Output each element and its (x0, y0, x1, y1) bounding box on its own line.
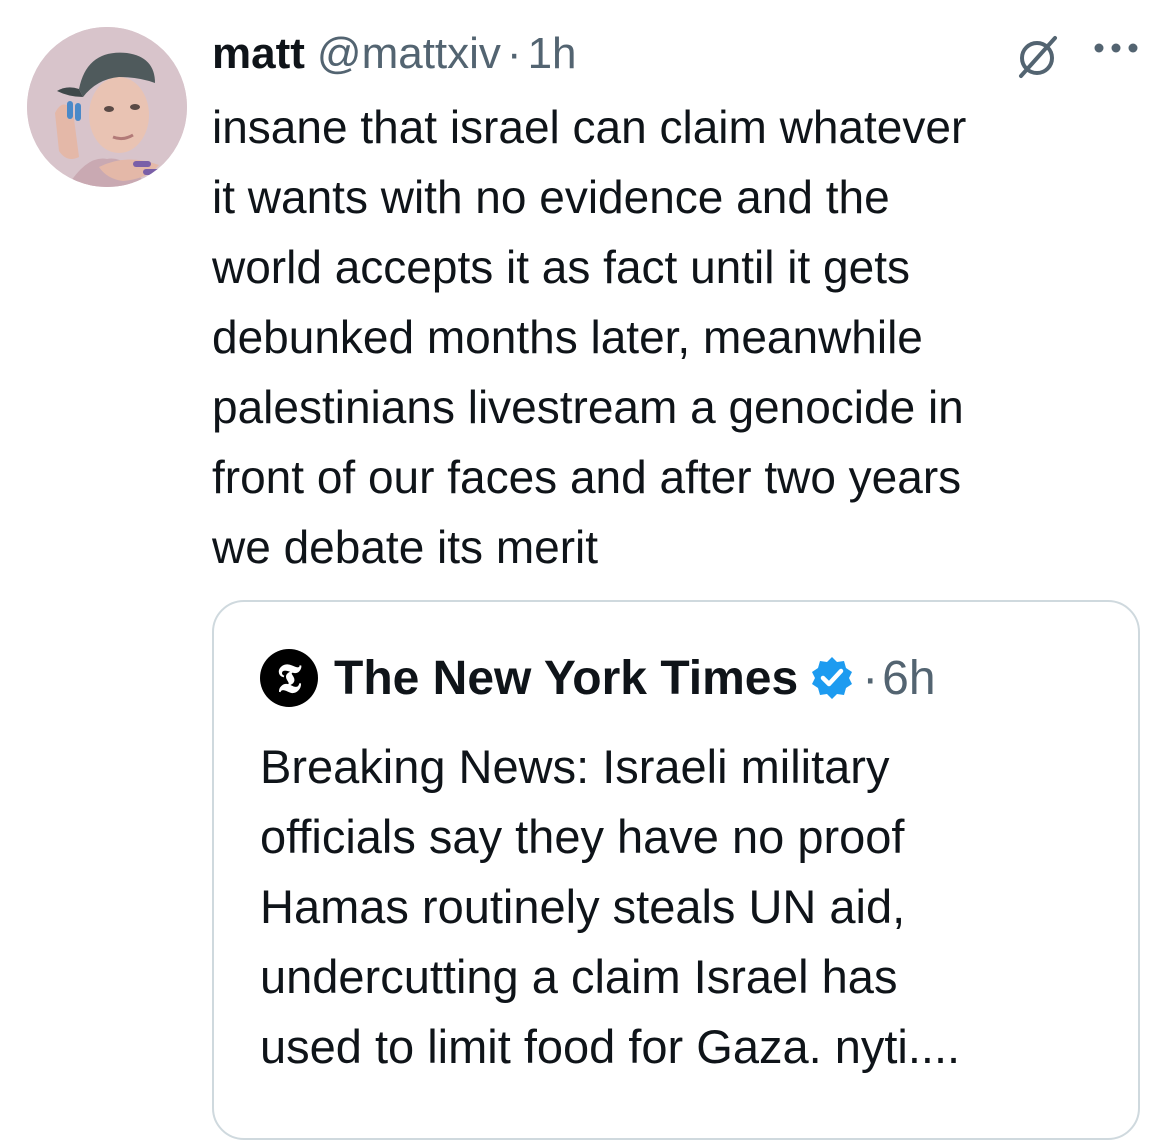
avatar-image (27, 27, 187, 187)
tweet[interactable]: matt @mattxiv · 1h insane that israel ca… (0, 0, 1170, 1140)
avatar[interactable] (27, 27, 187, 187)
quoted-timestamp[interactable]: 6h (882, 651, 935, 706)
display-name[interactable]: matt (212, 26, 305, 82)
quoted-display-name[interactable]: The New York Times (334, 651, 798, 706)
separator-dot: · (862, 651, 879, 705)
quoted-tweet[interactable]: 𝕿 The New York Times · 6h Breaking News:… (212, 600, 1140, 1140)
quoted-tweet-header: 𝕿 The New York Times · 6h (260, 646, 936, 710)
nyt-logo-avatar[interactable]: 𝕿 (260, 649, 318, 707)
timestamp[interactable]: 1h (528, 26, 577, 82)
quoted-tweet-text: Breaking News: Israeli military official… (260, 740, 961, 1073)
user-handle[interactable]: @mattxiv (317, 26, 501, 82)
tweet-text: insane that israel can claim whatever it… (212, 101, 967, 573)
grok-icon[interactable] (1013, 32, 1063, 82)
separator-dot: · (506, 29, 522, 78)
more-options-icon[interactable] (1092, 38, 1140, 58)
tweet-header: matt @mattxiv · 1h (212, 26, 577, 82)
verified-badge-icon[interactable] (808, 654, 856, 702)
